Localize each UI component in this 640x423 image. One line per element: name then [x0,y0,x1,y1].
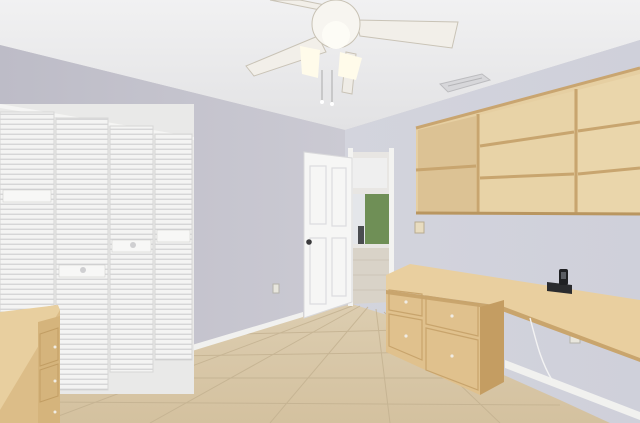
room-photo [0,0,640,423]
outlet-icon [272,283,280,294]
wooden-cabinet [0,305,60,423]
door-knob-icon [306,239,312,245]
interior-door [303,151,353,319]
closet-knob-icon [130,242,136,248]
closet-knob-icon [80,267,86,273]
outlet-icon [414,221,425,234]
